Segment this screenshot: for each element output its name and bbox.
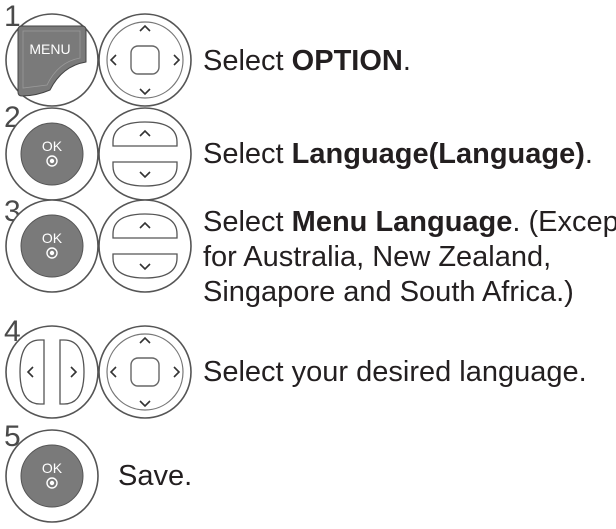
step-text: Select your desired language. xyxy=(203,356,587,388)
ok-label: OK xyxy=(42,138,63,154)
ok-label: OK xyxy=(42,460,63,476)
up-down-navigation-icon xyxy=(98,107,192,201)
button-pair xyxy=(0,320,200,422)
ok-button-icon: OK xyxy=(5,429,99,523)
step-text: Select Language(Language). xyxy=(203,138,593,170)
ok-button-icon: OK xyxy=(5,107,99,201)
step-text-bold: OPTION xyxy=(291,45,403,77)
up-down-navigation-icon xyxy=(98,199,192,293)
button-pair: OK xyxy=(0,424,110,528)
step-text: Select OPTION. xyxy=(203,45,411,77)
four-way-navigation-icon xyxy=(98,13,192,107)
step-text-line-2: for Australia, New Zealand, xyxy=(203,241,552,273)
left-right-navigation-icon xyxy=(5,325,99,419)
button-pair: MENU xyxy=(0,8,200,110)
button-pair: OK xyxy=(0,196,200,298)
ok-button-icon: OK xyxy=(5,199,99,293)
four-way-navigation-icon xyxy=(98,325,192,419)
menu-button-icon: MENU xyxy=(5,13,99,107)
step-text-bold: Language(Language) xyxy=(291,138,585,170)
ok-label: OK xyxy=(42,230,63,246)
step-text: Select Menu Language. (Except for Austra… xyxy=(203,205,616,310)
button-pair: OK xyxy=(0,104,200,206)
step-text-line-3: Singapore and South Africa.) xyxy=(203,276,574,308)
step-text: Save. xyxy=(118,460,193,492)
step-text-bold: Menu Language xyxy=(291,206,513,238)
menu-label: MENU xyxy=(29,41,70,57)
